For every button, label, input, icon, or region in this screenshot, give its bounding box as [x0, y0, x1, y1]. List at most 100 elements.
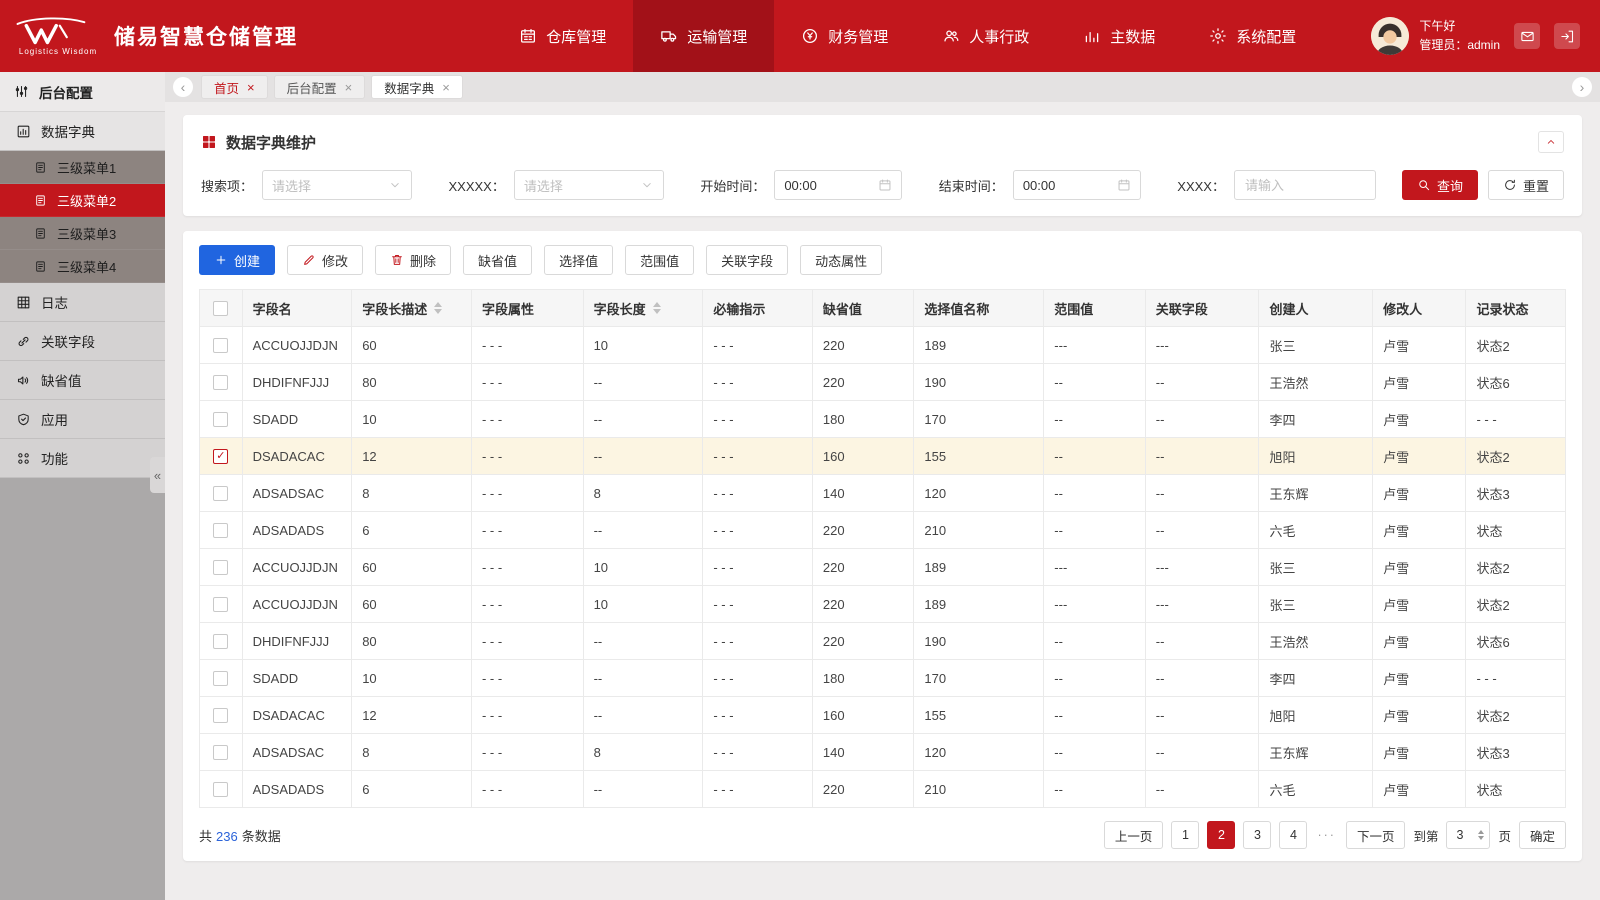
logo[interactable]: Logistics Wisdom 储易智慧仓储管理 — [0, 0, 314, 72]
logout-button[interactable] — [1554, 23, 1580, 49]
row-checkbox[interactable] — [213, 412, 229, 428]
row-checkbox[interactable] — [213, 560, 229, 576]
row-checkbox[interactable] — [213, 708, 229, 724]
nav-item-finance[interactable]: 财务管理 — [774, 0, 915, 72]
table-row[interactable]: DHDIFNFJJJ 80- - - -- - - -220 190 -- -- 王浩然 卢雪状… — [199, 363, 1566, 401]
mail-button[interactable] — [1514, 23, 1540, 49]
edit-button[interactable]: 修改 — [287, 245, 364, 275]
table-row[interactable]: ACCUOJJDJN 60- - -10- - -220 189 --- --- 张三 卢雪… — [199, 585, 1566, 623]
start-time-input[interactable]: 00:00 — [774, 170, 903, 200]
sort-icon[interactable] — [434, 302, 443, 314]
tab-home[interactable]: 首页 × — [201, 75, 268, 99]
row-checkbox[interactable]: ✓ — [213, 449, 229, 465]
nav-item-config[interactable]: 系统配置 — [1182, 0, 1323, 72]
row-checkbox[interactable] — [213, 745, 229, 761]
sidebar-item-submenu-2[interactable]: 三级菜单2 — [0, 184, 165, 217]
sidebar-item-backend-config[interactable]: 后台配置 — [0, 72, 165, 112]
nav-label: 仓库管理 — [546, 28, 607, 46]
row-checkbox[interactable] — [213, 671, 229, 687]
table-row[interactable]: DSADACAC 12- - - -- - - -160 155 -- -- 旭阳 卢雪 状态2 — [199, 696, 1566, 734]
close-icon[interactable]: × — [345, 81, 353, 94]
goto-page-input[interactable]: 3 — [1446, 821, 1491, 849]
range-value-button[interactable]: 范围值 — [625, 245, 695, 275]
page-unit-label: 页 — [1498, 829, 1511, 844]
edit-icon — [302, 253, 316, 267]
pagination-bar: 共 236 条数据 上一页 1234 ··· 下一页 到第 3 页 确定 — [199, 821, 1566, 849]
related-field-button[interactable]: 关联字段 — [706, 245, 789, 275]
default-value-button[interactable]: 缺省值 — [463, 245, 533, 275]
close-icon[interactable]: × — [247, 81, 255, 94]
sidebar-item-functions[interactable]: 功能 — [0, 439, 165, 478]
sidebar-item-logs[interactable]: 日志 — [0, 283, 165, 322]
prev-page-button[interactable]: 上一页 — [1103, 821, 1164, 849]
page-button-2[interactable]: 2 — [1207, 821, 1236, 849]
row-checkbox[interactable] — [213, 375, 229, 391]
select-value-button[interactable]: 选择值 — [544, 245, 614, 275]
next-page-button[interactable]: 下一页 — [1345, 821, 1406, 849]
dynamic-attr-button[interactable]: 动态属性 — [800, 245, 883, 275]
tab-data-dictionary[interactable]: 数据字典 × — [371, 75, 463, 99]
table-row[interactable]: ADSADSAC 8- - -8- - -140 120 -- -- 王东辉 卢雪 状态3 — [199, 474, 1566, 512]
confirm-button[interactable]: 确定 — [1518, 821, 1566, 849]
table-row[interactable]: ACCUOJJDJN 60- - -10- - -220 189 --- --- 张三 卢雪… — [199, 326, 1566, 364]
tab-forward-button[interactable]: › — [1572, 77, 1592, 97]
sidebar-item-related-fields[interactable]: 关联字段 — [0, 322, 165, 361]
delete-button[interactable]: 删除 — [375, 245, 452, 275]
close-icon[interactable]: × — [442, 81, 450, 94]
sidebar-item-submenu-3[interactable]: 三级菜单3 — [0, 217, 165, 250]
spinner-icon[interactable] — [1478, 830, 1485, 840]
sidebar-item-default-values[interactable]: 缺省值 — [0, 361, 165, 400]
reset-button[interactable]: 重置 — [1487, 170, 1564, 200]
end-time-input[interactable]: 00:00 — [1012, 170, 1141, 200]
nav-item-warehouse[interactable]: 仓库管理 — [492, 0, 633, 72]
tab-back-button[interactable]: ‹ — [173, 77, 193, 97]
row-checkbox[interactable] — [213, 634, 229, 650]
table-row[interactable]: ADSADADS 6- - - -- - - -220 210 -- -- 六毛 卢雪 状态 — [199, 770, 1566, 808]
create-button[interactable]: 创建 — [199, 245, 276, 275]
cell: -- — [1043, 400, 1146, 438]
table-row[interactable]: ACCUOJJDJN 60- - -10- - -220 189 --- --- 张三 卢雪… — [199, 548, 1566, 586]
page-button-4[interactable]: 4 — [1279, 821, 1308, 849]
sidebar-item-submenu-4[interactable]: 三级菜单4 — [0, 250, 165, 283]
search-select[interactable]: 请选择 — [262, 170, 413, 200]
row-checkbox[interactable] — [213, 338, 229, 354]
xxxx-input[interactable] — [1233, 170, 1376, 200]
sidebar-item-application[interactable]: 应用 — [0, 400, 165, 439]
sort-icon[interactable] — [652, 302, 661, 314]
row-checkbox[interactable] — [213, 523, 229, 539]
query-button[interactable]: 查询 — [1401, 170, 1478, 200]
page-button-1[interactable]: 1 — [1171, 821, 1200, 849]
avatar[interactable] — [1371, 17, 1410, 55]
cell: --- — [1043, 585, 1146, 623]
table-row[interactable]: ✓ DSADACAC 12- - - -- - - -160 155 -- -- 旭阳 卢雪 状态2 — [199, 437, 1566, 475]
row-checkbox[interactable] — [213, 597, 229, 613]
panel-collapse-button[interactable] — [1538, 131, 1564, 153]
select-all-checkbox[interactable] — [213, 301, 229, 317]
cell: -- — [1144, 733, 1260, 771]
table-row[interactable]: DHDIFNFJJJ 80- - - -- - - -220 190 -- -- 王浩然 卢雪状… — [199, 622, 1566, 660]
table-row[interactable]: SDADD 10- - - -- - - -180 170 -- -- 李四 卢雪 - - - — [199, 400, 1566, 438]
cell: 李四 — [1258, 659, 1374, 697]
sidebar-item-data-dictionary[interactable]: 数据字典 — [0, 112, 165, 151]
tab-backend-config[interactable]: 后台配置 × — [273, 75, 366, 99]
row-checkbox[interactable] — [213, 486, 229, 502]
cell: -- — [1144, 622, 1260, 660]
sidebar-item-submenu-1[interactable]: 三级菜单1 — [0, 151, 165, 184]
nav-label: 运输管理 — [687, 28, 748, 46]
nav-item-transport[interactable]: 运输管理 — [633, 0, 775, 72]
more-pages-button[interactable]: ··· — [1315, 828, 1338, 842]
row-checkbox[interactable] — [213, 782, 229, 798]
nav-item-hr[interactable]: 人事行政 — [915, 0, 1056, 72]
table-row[interactable]: SDADD 10- - - -- - - -180 170 -- -- 李四 卢雪 - - - — [199, 659, 1566, 697]
column-header: 创建人 — [1258, 289, 1374, 327]
cell: 6 — [351, 770, 472, 808]
page-button-3[interactable]: 3 — [1243, 821, 1272, 849]
nav-item-masterdata[interactable]: 主数据 — [1056, 0, 1182, 72]
table-row[interactable]: ADSADSAC 8- - -8- - -140 120 -- -- 王东辉 卢雪 状态3 — [199, 733, 1566, 771]
filter-label: XXXXX： — [448, 178, 505, 194]
xxxxx-select[interactable]: 请选择 — [513, 170, 664, 200]
table-row[interactable]: ADSADADS 6- - - -- - - -220 210 -- -- 六毛 卢雪 状态 — [199, 511, 1566, 549]
cell: -- — [1144, 437, 1260, 475]
cell: -- — [1043, 363, 1146, 401]
sidebar-collapse-button[interactable]: « — [150, 457, 165, 493]
